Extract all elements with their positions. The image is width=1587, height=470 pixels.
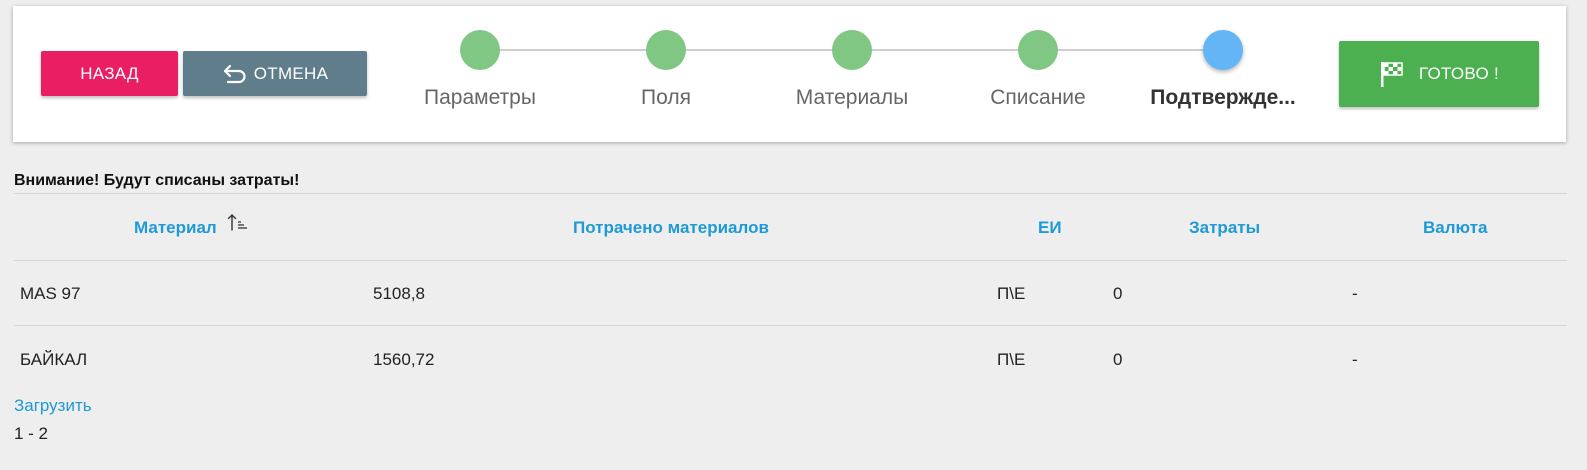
cell-spent: 1560,72 — [373, 350, 435, 369]
cell-unit: П\Е — [997, 350, 1026, 369]
step-label: Списание — [990, 86, 1086, 109]
step-label-active: Подтвержде... — [1150, 86, 1296, 109]
step-circle-completed — [460, 30, 500, 70]
wizard-panel: НАЗАД ОТМЕНА Параметры Поля Материалы Сп… — [13, 6, 1566, 142]
step-circle-active — [1203, 30, 1243, 70]
pagination-range: 1 - 2 — [14, 424, 49, 443]
step-circle-completed — [646, 30, 686, 70]
cell-material: MAS 97 — [20, 284, 81, 303]
done-button-label: ГОТОВО ! — [1418, 64, 1500, 83]
back-button-label: НАЗАД — [80, 63, 139, 83]
step-label: Поля — [641, 86, 691, 109]
table-row[interactable]: БАЙКАЛ 1560,72 П\Е 0 - — [14, 326, 1567, 392]
sort-ascending-icon[interactable] — [227, 212, 249, 232]
cell-material: БАЙКАЛ — [20, 350, 88, 369]
step-circle-completed — [1018, 30, 1058, 70]
back-button[interactable]: НАЗАД — [41, 51, 178, 96]
cell-cost: 0 — [1113, 284, 1123, 303]
cell-spent: 5108,8 — [373, 284, 425, 303]
cancel-button-label: ОТМЕНА — [253, 63, 329, 83]
cell-currency: - — [1352, 284, 1358, 303]
cell-cost: 0 — [1113, 350, 1123, 369]
cancel-button[interactable]: ОТМЕНА — [183, 51, 367, 96]
column-header-unit[interactable]: ЕИ — [1038, 218, 1062, 238]
column-header-cost[interactable]: Затраты — [1189, 218, 1260, 238]
done-button[interactable]: ГОТОВО ! — [1339, 41, 1539, 107]
cell-currency: - — [1352, 350, 1358, 369]
column-header-material[interactable]: Материал — [134, 218, 217, 238]
step-circle-completed — [832, 30, 872, 70]
column-header-spent[interactable]: Потрачено материалов — [573, 218, 769, 238]
undo-icon — [223, 64, 246, 83]
column-header-currency[interactable]: Валюта — [1423, 218, 1487, 238]
divider — [14, 193, 1567, 194]
checkered-flag-icon — [1380, 62, 1403, 87]
step-label: Материалы — [795, 86, 909, 109]
load-more-link[interactable]: Загрузить — [14, 396, 92, 416]
table-row[interactable]: MAS 97 5108,8 П\Е 0 - — [14, 260, 1567, 326]
warning-notice: Внимание! Будут списаны затраты! — [14, 172, 300, 189]
cell-unit: П\Е — [997, 284, 1026, 303]
step-label: Параметры — [424, 86, 536, 109]
